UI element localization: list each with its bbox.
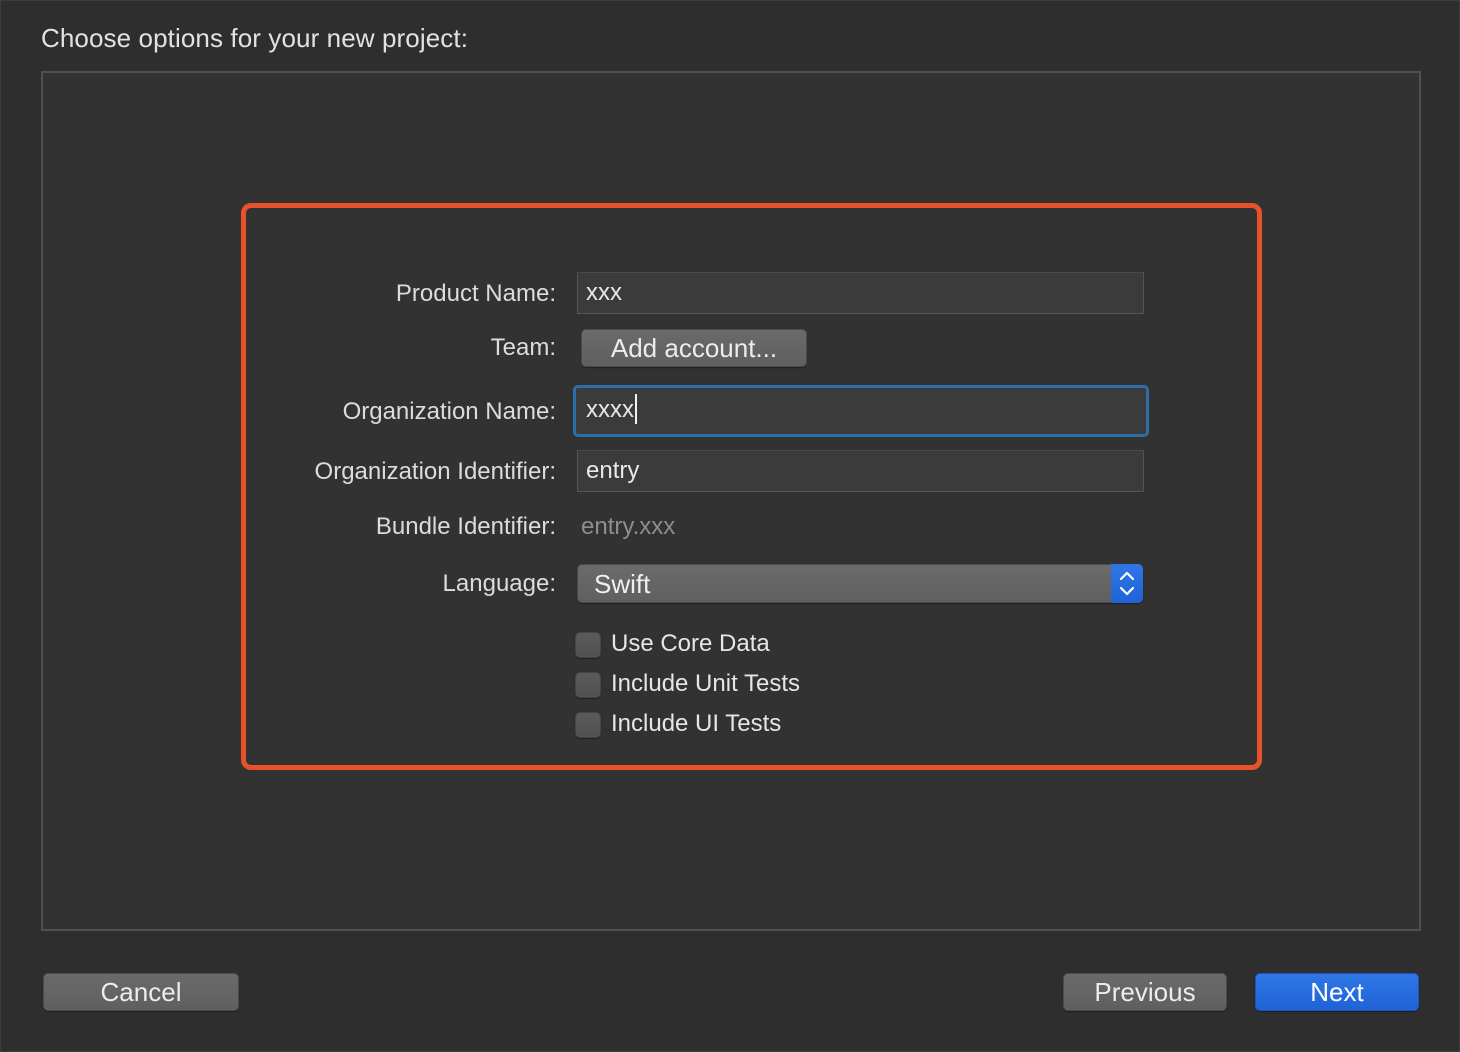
language-popup-button[interactable]: Swift <box>577 564 1143 603</box>
add-account-button[interactable]: Add account... <box>581 329 807 367</box>
language-selected-value: Swift <box>594 569 651 599</box>
next-button[interactable]: Next <box>1255 973 1419 1011</box>
organization-name-field[interactable]: xxxx <box>573 385 1149 437</box>
team-label: Team: <box>490 334 556 361</box>
organization-name-value: xxxx <box>586 396 634 423</box>
text-caret <box>635 393 637 424</box>
use-core-data-checkbox[interactable] <box>575 632 601 658</box>
include-unit-tests-checkbox[interactable] <box>575 672 601 698</box>
product-name-field[interactable]: xxx <box>577 272 1144 314</box>
product-name-value: xxx <box>586 279 622 306</box>
cancel-button[interactable]: Cancel <box>43 973 239 1011</box>
organization-identifier-field[interactable]: entry <box>577 450 1144 492</box>
organization-identifier-value: entry <box>586 457 640 484</box>
product-name-label: Product Name: <box>395 280 556 307</box>
chevron-up-down-icon <box>1111 564 1143 603</box>
organization-identifier-label: Organization Identifier: <box>314 458 556 485</box>
previous-button[interactable]: Previous <box>1063 973 1227 1011</box>
language-label: Language: <box>442 570 556 597</box>
include-unit-tests-label: Include Unit Tests <box>611 670 800 697</box>
include-ui-tests-checkbox[interactable] <box>575 712 601 738</box>
organization-name-label: Organization Name: <box>342 398 556 425</box>
use-core-data-label: Use Core Data <box>611 630 770 657</box>
bundle-identifier-label: Bundle Identifier: <box>375 513 556 540</box>
bundle-identifier-value: entry.xxx <box>581 513 676 540</box>
include-ui-tests-label: Include UI Tests <box>611 710 782 737</box>
project-options-dialog: Choose options for your new project: Pro… <box>0 0 1460 1052</box>
dialog-heading: Choose options for your new project: <box>41 23 469 53</box>
